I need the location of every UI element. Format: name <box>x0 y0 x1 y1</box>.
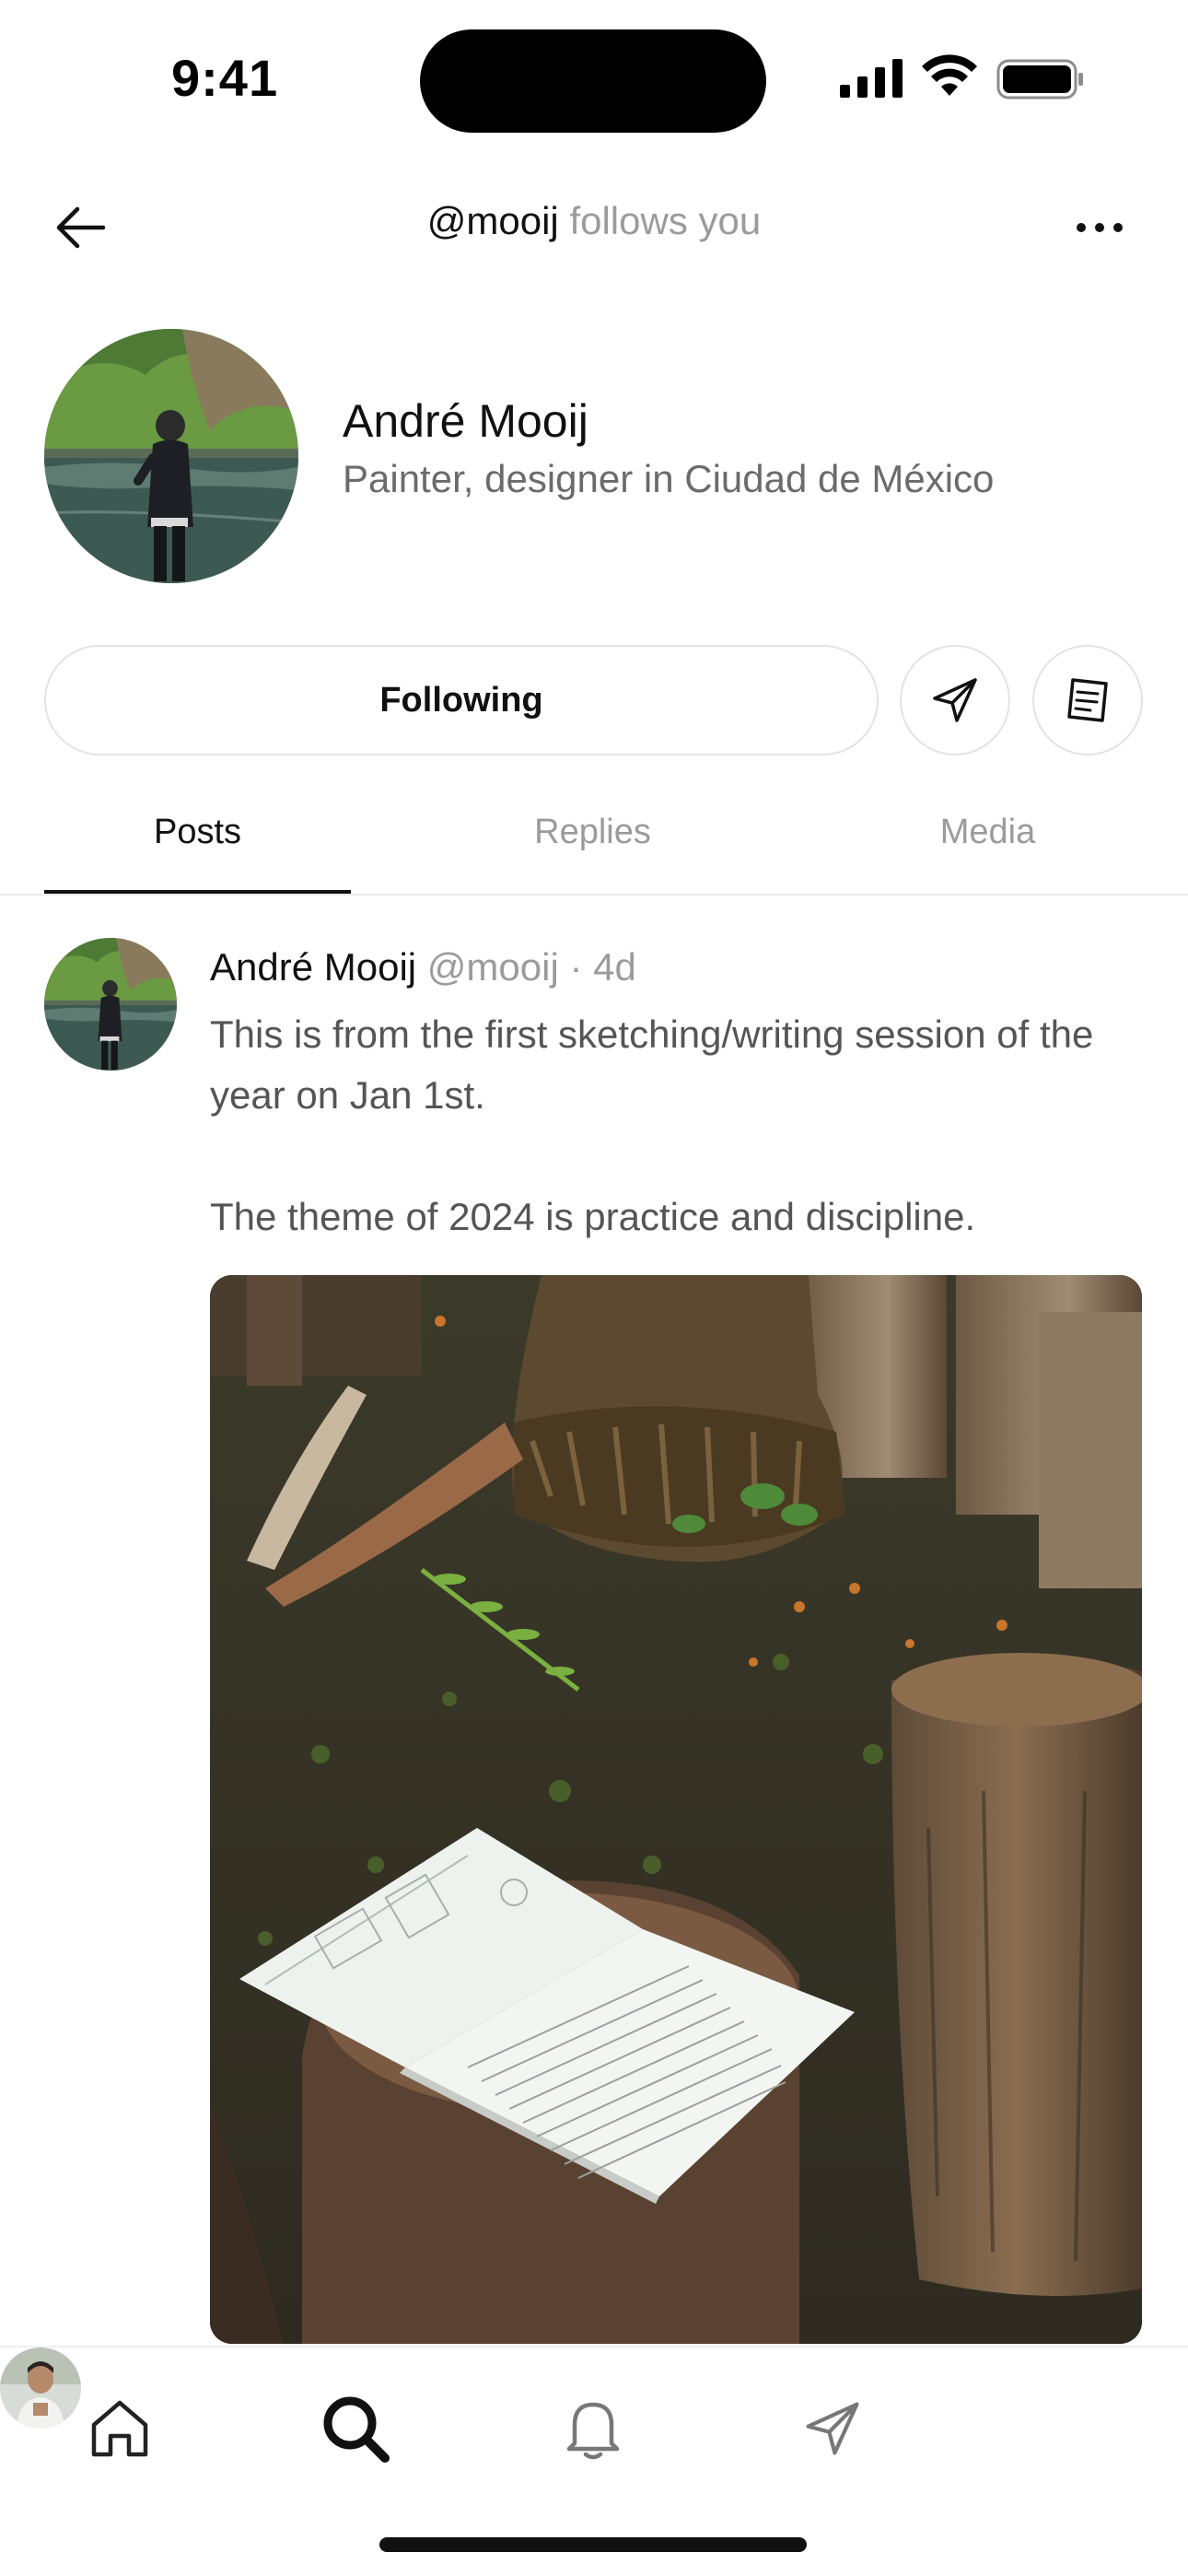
bell-icon <box>566 2402 620 2460</box>
nav-home[interactable] <box>76 2384 164 2473</box>
tab-posts[interactable]: Posts <box>44 813 351 852</box>
header-title: @mooij follows you <box>0 199 1188 243</box>
tab-media[interactable]: Media <box>834 813 1141 852</box>
home-icon <box>91 2400 148 2457</box>
battery-icon <box>996 59 1083 100</box>
tab-replies[interactable]: Replies <box>439 813 746 852</box>
nav-messages[interactable] <box>788 2384 877 2473</box>
dynamic-island <box>420 29 766 133</box>
post-author-avatar[interactable] <box>44 938 177 1071</box>
profile-bio: Painter, designer in Ciudad de México <box>343 457 995 500</box>
post-author-name[interactable]: André Mooij <box>210 945 416 989</box>
profile-tabs: Posts Replies Media <box>0 792 1188 896</box>
signal-icon <box>840 59 903 98</box>
status-time: 9:41 <box>171 49 279 107</box>
send-icon <box>806 2402 859 2455</box>
profile-header: @mooij follows you <box>0 175 1188 276</box>
status-bar: 9:41 <box>0 0 1188 157</box>
search-icon <box>323 2396 390 2463</box>
nav-profile-avatar[interactable] <box>0 2348 81 2429</box>
profile-name: André Mooij <box>343 395 588 447</box>
wifi-icon <box>922 54 977 96</box>
send-icon <box>933 678 977 722</box>
follows-you-label: follows you <box>558 199 762 242</box>
message-button[interactable] <box>900 645 1010 755</box>
profile-avatar[interactable] <box>44 329 298 583</box>
nav-search[interactable] <box>311 2384 400 2473</box>
notes-button[interactable] <box>1032 645 1143 755</box>
post-meta: @mooij · 4d <box>416 945 636 989</box>
post-header: André Mooij @mooij · 4d <box>210 945 636 989</box>
nav-notifications[interactable] <box>549 2384 637 2473</box>
post-paragraph: The theme of 2024 is practice and discip… <box>210 1195 976 1238</box>
following-button[interactable]: Following <box>44 645 879 755</box>
note-icon <box>1067 678 1108 722</box>
header-handle[interactable]: @mooij <box>427 199 559 242</box>
home-indicator <box>379 2537 807 2552</box>
more-options-icon[interactable] <box>1072 206 1127 249</box>
post-body: This is from the first sketching/writing… <box>210 1004 1149 1247</box>
post-image[interactable] <box>210 1275 1142 2344</box>
post-paragraph: This is from the first sketching/writing… <box>210 1013 1094 1117</box>
active-tab-indicator <box>44 890 351 894</box>
